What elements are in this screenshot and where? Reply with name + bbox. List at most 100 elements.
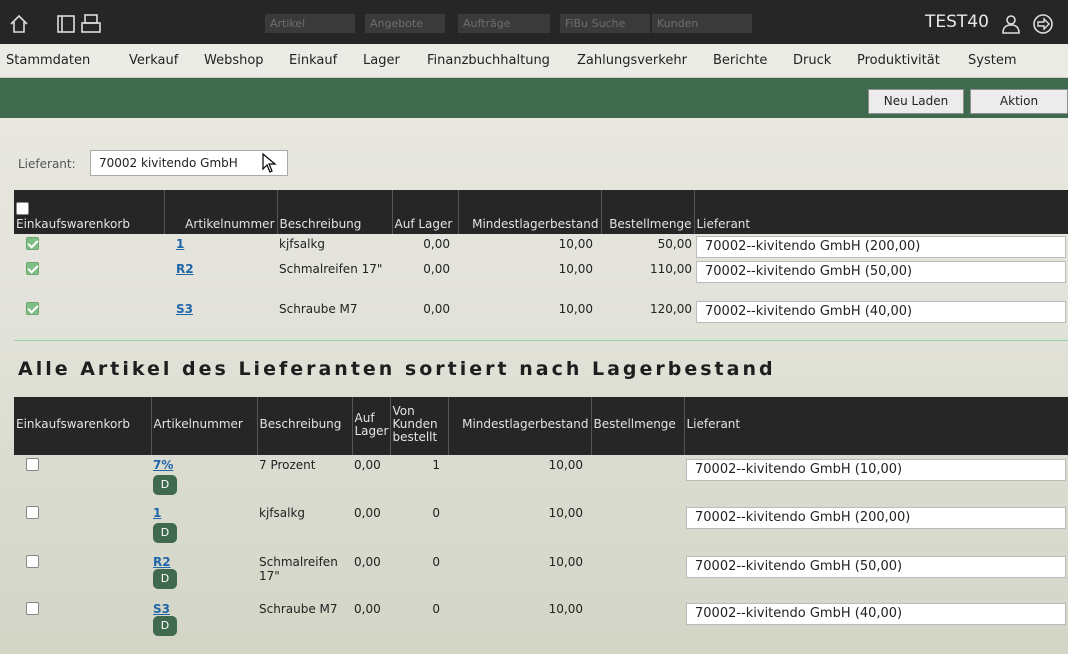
d-button[interactable]: D [153, 523, 177, 543]
min-stock: 10,00 [548, 506, 583, 520]
menu-webshop[interactable]: Webshop [204, 53, 264, 68]
supplier-select[interactable]: 70002--kivitendo GmbH (50,00) [686, 556, 1066, 578]
separator [14, 340, 1068, 341]
main-menu: Stammdaten Verkauf Webshop Einkauf Lager… [0, 44, 1068, 78]
order-qty [591, 503, 684, 552]
col-lieferant: Lieferant [684, 397, 1068, 455]
table-row: 1 kjfsalkg 0,00 10,00 50,00 70002--kivit… [14, 234, 1068, 259]
col-warenkorb: Einkaufswarenkorb [14, 397, 152, 455]
col-von-kunden-bestellt: Von Kunden bestellt [390, 397, 449, 455]
table-row: R2 Schmalreifen 17" 0,00 10,00 110,00 70… [14, 259, 1068, 299]
description: Schraube M7 [279, 302, 358, 316]
order-qty: 120,00 [650, 302, 692, 316]
article-link[interactable]: S3 [153, 602, 170, 616]
col-warenkorb: Einkaufswarenkorb [14, 190, 165, 234]
row-checkbox[interactable] [26, 237, 39, 250]
action-bar: Neu Laden Aktion [0, 78, 1068, 118]
col-auf-lager: Auf Lager [392, 190, 459, 234]
min-stock: 10,00 [548, 458, 583, 472]
menu-stammdaten[interactable]: Stammdaten [6, 53, 90, 68]
menu-lager[interactable]: Lager [363, 53, 400, 68]
customer-ordered: 0 [432, 602, 440, 616]
d-button[interactable]: D [153, 616, 177, 636]
search-kunden-input[interactable]: Kunden [652, 14, 752, 33]
description: 7 Prozent [259, 458, 316, 472]
supplier-select[interactable]: 70002 kivitendo GmbH [90, 150, 288, 176]
col-beschreibung: Beschreibung [257, 397, 353, 455]
table-row: 7% D 7 Prozent 0,00 1 10,00 70002--kivite… [14, 455, 1068, 503]
logout-icon[interactable] [1032, 13, 1054, 35]
col-artikelnummer: Artikelnummer [164, 190, 278, 234]
min-stock: 10,00 [558, 302, 593, 316]
description: kjfsalkg [259, 506, 306, 520]
description: Schmalreifen 17" [279, 262, 383, 276]
section-title: Alle Artikel des Lieferanten sortiert na… [18, 358, 776, 380]
article-link[interactable]: 7% [153, 458, 173, 472]
window-icon[interactable] [55, 13, 77, 35]
order-qty [591, 455, 684, 503]
col-bestellmenge: Bestellmenge [601, 190, 695, 234]
stock: 0,00 [354, 458, 381, 472]
supplier-select[interactable]: 70002--kivitendo GmbH (200,00) [686, 507, 1066, 529]
d-button[interactable]: D [153, 475, 177, 495]
search-artikel-input[interactable]: Artikel [265, 14, 355, 33]
article-link[interactable]: R2 [176, 262, 194, 276]
row-checkbox[interactable] [26, 506, 39, 519]
table-row: 1 D kjfsalkg 0,00 0 10,00 70002--kivitend… [14, 503, 1068, 552]
stock: 0,00 [423, 262, 450, 276]
supplier-select[interactable]: 70002--kivitendo GmbH (40,00) [696, 301, 1066, 323]
search-angebote-input[interactable]: Angebote [365, 14, 445, 33]
min-stock: 10,00 [558, 262, 593, 276]
order-qty [591, 552, 684, 599]
action-button[interactable]: Aktion [970, 89, 1068, 114]
menu-zahlungsverkehr[interactable]: Zahlungsverkehr [577, 53, 687, 68]
min-stock: 10,00 [548, 602, 583, 616]
col-mindestlagerbestand: Mindestlagerbestand [448, 397, 592, 455]
supplier-select[interactable]: 70002--kivitendo GmbH (200,00) [696, 236, 1066, 258]
stock: 0,00 [354, 506, 381, 520]
table-header: Einkaufswarenkorb Artikelnummer Beschrei… [14, 190, 1068, 234]
top-bar: Artikel Angebote Aufträge FiBu Suche Kun… [0, 0, 1068, 44]
row-checkbox[interactable] [26, 555, 39, 568]
article-link[interactable]: S3 [176, 302, 193, 316]
supplier-value: 70002 kivitendo GmbH [99, 156, 238, 170]
supplier-select[interactable]: 70002--kivitendo GmbH (10,00) [686, 459, 1066, 481]
menu-einkauf[interactable]: Einkauf [289, 53, 337, 68]
supplier-select[interactable]: 70002--kivitendo GmbH (40,00) [686, 603, 1066, 625]
article-link[interactable]: R2 [153, 555, 171, 569]
description: Schraube M7 [259, 602, 338, 616]
reload-button[interactable]: Neu Laden [868, 89, 964, 114]
d-button[interactable]: D [153, 569, 177, 589]
menu-berichte[interactable]: Berichte [713, 53, 767, 68]
menu-finanzbuchhaltung[interactable]: Finanzbuchhaltung [427, 53, 550, 68]
cart-table: Einkaufswarenkorb Artikelnummer Beschrei… [14, 190, 1068, 327]
user-icon[interactable] [1000, 13, 1022, 35]
row-checkbox[interactable] [26, 302, 39, 315]
table-header: Einkaufswarenkorb Artikelnummer Beschrei… [14, 397, 1068, 455]
menu-system[interactable]: System [968, 53, 1016, 68]
menu-produktivitaet[interactable]: Produktivität [857, 53, 940, 68]
order-qty [591, 599, 684, 645]
min-stock: 10,00 [558, 237, 593, 251]
search-auftraege-input[interactable]: Aufträge [458, 14, 550, 33]
stock: 0,00 [354, 555, 381, 569]
table-row: S3 D Schraube M7 0,00 0 10,00 70002--kivi… [14, 599, 1068, 645]
select-all-checkbox[interactable] [16, 202, 29, 215]
supplier-label: Lieferant: [18, 157, 76, 171]
description: kjfsalkg [279, 237, 326, 251]
row-checkbox[interactable] [26, 602, 39, 615]
article-link[interactable]: 1 [153, 506, 161, 520]
row-checkbox[interactable] [26, 262, 39, 275]
supplier-select[interactable]: 70002--kivitendo GmbH (50,00) [696, 261, 1066, 283]
row-checkbox[interactable] [26, 458, 39, 471]
order-qty: 50,00 [657, 237, 692, 251]
menu-verkauf[interactable]: Verkauf [129, 53, 178, 68]
printer-icon[interactable] [80, 13, 102, 35]
home-icon[interactable] [8, 13, 30, 35]
menu-druck[interactable]: Druck [793, 53, 831, 68]
table-row: R2 D Schmalreifen 17" 0,00 0 10,00 70002-… [14, 552, 1068, 599]
customer-ordered: 0 [432, 555, 440, 569]
article-link[interactable]: 1 [176, 237, 184, 251]
col-beschreibung: Beschreibung [277, 190, 393, 234]
search-fibu-input[interactable]: FiBu Suche [560, 14, 650, 33]
